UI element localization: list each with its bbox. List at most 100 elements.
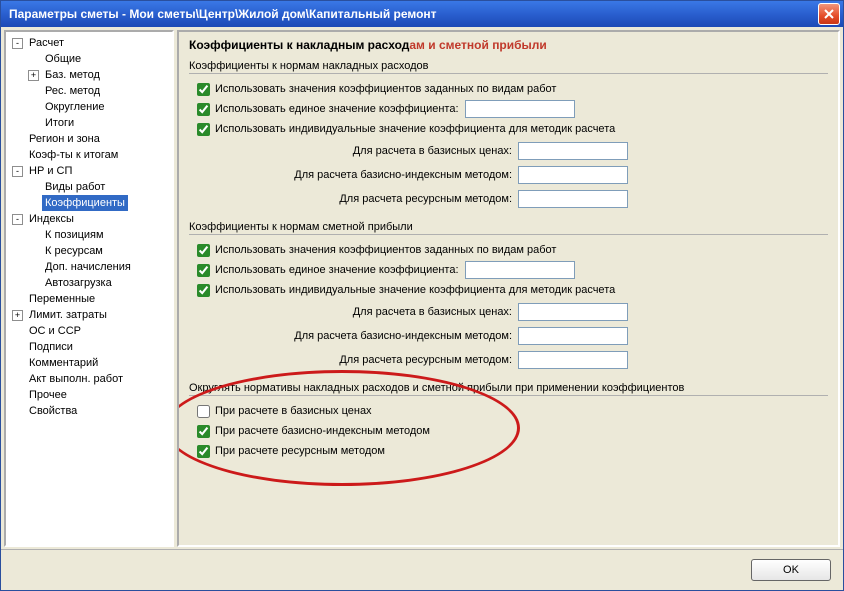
expand-icon[interactable]: + [28, 70, 39, 81]
tree-item[interactable]: Рес. метод [8, 83, 170, 99]
tree-item[interactable]: Переменные [8, 291, 170, 307]
dialog-body: -РасчетОбщие+Баз. методРес. методОкругле… [1, 27, 843, 550]
tree-item[interactable]: К позициям [8, 227, 170, 243]
round-chk1-label: При расчете в базисных ценах [215, 405, 372, 417]
tree-item[interactable]: Комментарий [8, 355, 170, 371]
nr-f2-label: Для расчета базисно-индексным методом: [294, 169, 512, 181]
button-panel: OK [1, 549, 843, 590]
expand-icon[interactable]: + [12, 310, 23, 321]
dialog-window: Параметры сметы - Мои сметы\Центр\Жилой … [0, 0, 844, 591]
tree-item-label: Коэф-ты к итогам [26, 147, 121, 163]
collapse-icon[interactable]: - [12, 214, 23, 225]
nr-chk-by-work-types[interactable] [197, 83, 210, 96]
title-bar: Параметры сметы - Мои сметы\Центр\Жилой … [1, 1, 843, 27]
group-sp-title: Коэффициенты к нормам сметной прибыли [189, 221, 828, 235]
tree-item-label: Виды работ [42, 179, 108, 195]
sp-chk1-label: Использовать значения коэффициентов зада… [215, 244, 556, 256]
tree-item[interactable]: Прочее [8, 387, 170, 403]
tree-item-label: Доп. начисления [42, 259, 134, 275]
tree-item[interactable]: Виды работ [8, 179, 170, 195]
tree-item[interactable]: ОС и ССР [8, 323, 170, 339]
tree-item[interactable]: Доп. начисления [8, 259, 170, 275]
tree-item-label: Итоги [42, 115, 77, 131]
sp-base-index-input[interactable] [518, 327, 628, 345]
tree-item-label: Комментарий [26, 355, 101, 371]
nr-f3-label: Для расчета ресурсным методом: [339, 193, 512, 205]
tree-item[interactable]: Итоги [8, 115, 170, 131]
sp-chk-single-value[interactable] [197, 264, 210, 277]
tree-item[interactable]: -Индексы [8, 211, 170, 227]
nr-base-index-input[interactable] [518, 166, 628, 184]
tree-item[interactable]: +Лимит. затраты [8, 307, 170, 323]
group-nr-title: Коэффициенты к нормам накладных расходов [189, 60, 828, 74]
tree-item-label: Баз. метод [42, 67, 103, 83]
tree-item-label: Регион и зона [26, 131, 103, 147]
tree-item[interactable]: +Баз. метод [8, 67, 170, 83]
group-rounding: Округлять нормативы накладных расходов и… [189, 382, 828, 461]
tree-item-label: ОС и ССР [26, 323, 84, 339]
tree-item-label: Индексы [26, 211, 77, 227]
sp-resource-input[interactable] [518, 351, 628, 369]
tree-item[interactable]: Коэффициенты [8, 195, 170, 211]
group-nr: Коэффициенты к нормам накладных расходов… [189, 60, 828, 211]
sp-f1-label: Для расчета в базисных ценах: [353, 306, 512, 318]
tree-item[interactable]: Коэф-ты к итогам [8, 147, 170, 163]
nr-chk-single-value[interactable] [197, 103, 210, 116]
tree-item[interactable]: К ресурсам [8, 243, 170, 259]
tree-item-label: НР и СП [26, 163, 75, 179]
ok-button[interactable]: OK [751, 559, 831, 581]
sp-chk-individual[interactable] [197, 284, 210, 297]
tree-item[interactable]: Общие [8, 51, 170, 67]
tree-item-label: Прочее [26, 387, 70, 403]
round-chk3-label: При расчете ресурсным методом [215, 445, 385, 457]
window-title: Параметры сметы - Мои сметы\Центр\Жилой … [9, 7, 437, 21]
sp-chk2-label: Использовать единое значение коэффициент… [215, 264, 459, 276]
tree-item-label: Автозагрузка [42, 275, 115, 291]
tree-item[interactable]: -НР и СП [8, 163, 170, 179]
tree-item-label: Переменные [26, 291, 98, 307]
tree-item[interactable]: Регион и зона [8, 131, 170, 147]
collapse-icon[interactable]: - [12, 38, 23, 49]
nr-chk-individual[interactable] [197, 123, 210, 136]
close-button[interactable] [818, 3, 840, 25]
tree-item-label: Расчет [26, 35, 67, 51]
sp-f3-label: Для расчета ресурсным методом: [339, 354, 512, 366]
nr-chk2-label: Использовать единое значение коэффициент… [215, 103, 459, 115]
sp-chk3-label: Использовать индивидуальные значение коэ… [215, 284, 615, 296]
tree-item-label: Свойства [26, 403, 80, 419]
nr-chk3-label: Использовать индивидуальные значение коэ… [215, 123, 615, 135]
tree-item[interactable]: Подписи [8, 339, 170, 355]
sp-chk-by-work-types[interactable] [197, 244, 210, 257]
tree-item-label: Подписи [26, 339, 76, 355]
close-icon [824, 9, 834, 19]
content-title: Коэффициенты к накладным расходам и смет… [189, 38, 828, 52]
content-panel: Коэффициенты к накладным расходам и смет… [177, 30, 840, 547]
tree-item-label: Акт выполн. работ [26, 371, 126, 387]
tree-item-label: Рес. метод [42, 83, 103, 99]
tree-item[interactable]: Свойства [8, 403, 170, 419]
sp-base-input[interactable] [518, 303, 628, 321]
group-rounding-title: Округлять нормативы накладных расходов и… [189, 382, 828, 396]
tree-item[interactable]: Автозагрузка [8, 275, 170, 291]
nr-chk1-label: Использовать значения коэффициентов зада… [215, 83, 556, 95]
tree-item[interactable]: -Расчет [8, 35, 170, 51]
nr-base-input[interactable] [518, 142, 628, 160]
sp-single-value-input[interactable] [465, 261, 575, 279]
sp-f2-label: Для расчета базисно-индексным методом: [294, 330, 512, 342]
round-chk2-label: При расчете базисно-индексным методом [215, 425, 430, 437]
round-chk-base-index[interactable] [197, 425, 210, 438]
tree-item-label: Общие [42, 51, 84, 67]
nr-resource-input[interactable] [518, 190, 628, 208]
tree-item[interactable]: Округление [8, 99, 170, 115]
nr-f1-label: Для расчета в базисных ценах: [353, 145, 512, 157]
nav-tree: -РасчетОбщие+Баз. методРес. методОкругле… [4, 30, 174, 547]
tree-item[interactable]: Акт выполн. работ [8, 371, 170, 387]
tree-item-label: Коэффициенты [42, 195, 128, 211]
round-chk-base[interactable] [197, 405, 210, 418]
round-chk-resource[interactable] [197, 445, 210, 458]
tree-item-label: К ресурсам [42, 243, 106, 259]
collapse-icon[interactable]: - [12, 166, 23, 177]
tree-item-label: Лимит. затраты [26, 307, 110, 323]
nr-single-value-input[interactable] [465, 100, 575, 118]
tree-item-label: Округление [42, 99, 108, 115]
